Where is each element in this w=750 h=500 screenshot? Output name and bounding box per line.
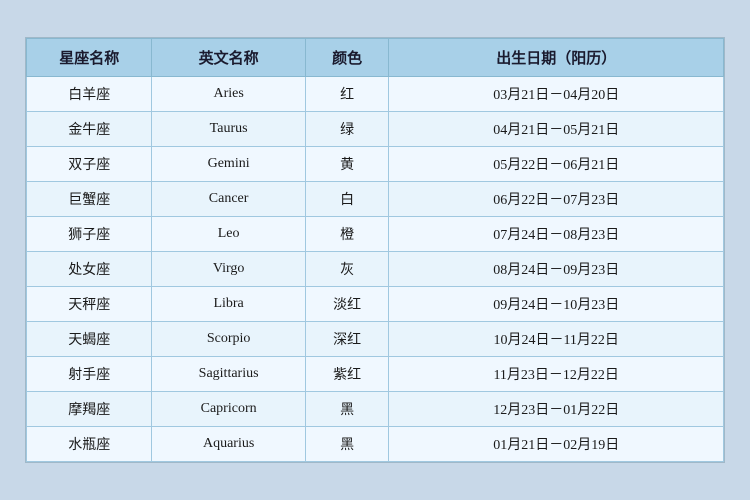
cell-color: 白 bbox=[305, 182, 389, 217]
cell-date: 05月22日－06月21日 bbox=[389, 147, 724, 182]
cell-chinese-name: 水瓶座 bbox=[27, 427, 152, 462]
cell-date: 10月24日－11月22日 bbox=[389, 322, 724, 357]
cell-chinese-name: 处女座 bbox=[27, 252, 152, 287]
cell-english-name: Taurus bbox=[152, 112, 305, 147]
cell-date: 03月21日－04月20日 bbox=[389, 77, 724, 112]
cell-chinese-name: 天秤座 bbox=[27, 287, 152, 322]
zodiac-table: 星座名称 英文名称 颜色 出生日期（阳历） 白羊座Aries红03月21日－04… bbox=[26, 38, 724, 462]
cell-color: 黑 bbox=[305, 427, 389, 462]
cell-english-name: Aries bbox=[152, 77, 305, 112]
header-color: 颜色 bbox=[305, 39, 389, 77]
table-row: 金牛座Taurus绿04月21日－05月21日 bbox=[27, 112, 724, 147]
table-header-row: 星座名称 英文名称 颜色 出生日期（阳历） bbox=[27, 39, 724, 77]
table-row: 水瓶座Aquarius黑01月21日－02月19日 bbox=[27, 427, 724, 462]
cell-date: 08月24日－09月23日 bbox=[389, 252, 724, 287]
cell-chinese-name: 巨蟹座 bbox=[27, 182, 152, 217]
cell-date: 04月21日－05月21日 bbox=[389, 112, 724, 147]
table-row: 射手座Sagittarius紫红11月23日－12月22日 bbox=[27, 357, 724, 392]
table-row: 天蝎座Scorpio深红10月24日－11月22日 bbox=[27, 322, 724, 357]
cell-chinese-name: 射手座 bbox=[27, 357, 152, 392]
cell-date: 09月24日－10月23日 bbox=[389, 287, 724, 322]
cell-color: 深红 bbox=[305, 322, 389, 357]
table-row: 白羊座Aries红03月21日－04月20日 bbox=[27, 77, 724, 112]
header-english-name: 英文名称 bbox=[152, 39, 305, 77]
cell-chinese-name: 金牛座 bbox=[27, 112, 152, 147]
cell-chinese-name: 天蝎座 bbox=[27, 322, 152, 357]
header-chinese-name: 星座名称 bbox=[27, 39, 152, 77]
cell-color: 红 bbox=[305, 77, 389, 112]
table-row: 巨蟹座Cancer白06月22日－07月23日 bbox=[27, 182, 724, 217]
cell-english-name: Virgo bbox=[152, 252, 305, 287]
cell-color: 紫红 bbox=[305, 357, 389, 392]
table-row: 双子座Gemini黄05月22日－06月21日 bbox=[27, 147, 724, 182]
cell-date: 06月22日－07月23日 bbox=[389, 182, 724, 217]
cell-color: 橙 bbox=[305, 217, 389, 252]
cell-english-name: Leo bbox=[152, 217, 305, 252]
cell-english-name: Aquarius bbox=[152, 427, 305, 462]
cell-color: 绿 bbox=[305, 112, 389, 147]
cell-color: 灰 bbox=[305, 252, 389, 287]
cell-date: 01月21日－02月19日 bbox=[389, 427, 724, 462]
cell-english-name: Cancer bbox=[152, 182, 305, 217]
cell-color: 黄 bbox=[305, 147, 389, 182]
table-row: 摩羯座Capricorn黑12月23日－01月22日 bbox=[27, 392, 724, 427]
table-row: 天秤座Libra淡红09月24日－10月23日 bbox=[27, 287, 724, 322]
cell-color: 黑 bbox=[305, 392, 389, 427]
table-body: 白羊座Aries红03月21日－04月20日金牛座Taurus绿04月21日－0… bbox=[27, 77, 724, 462]
cell-english-name: Scorpio bbox=[152, 322, 305, 357]
cell-color: 淡红 bbox=[305, 287, 389, 322]
cell-chinese-name: 白羊座 bbox=[27, 77, 152, 112]
cell-english-name: Sagittarius bbox=[152, 357, 305, 392]
cell-chinese-name: 摩羯座 bbox=[27, 392, 152, 427]
zodiac-table-container: 星座名称 英文名称 颜色 出生日期（阳历） 白羊座Aries红03月21日－04… bbox=[25, 37, 725, 463]
cell-english-name: Gemini bbox=[152, 147, 305, 182]
cell-date: 12月23日－01月22日 bbox=[389, 392, 724, 427]
cell-date: 11月23日－12月22日 bbox=[389, 357, 724, 392]
cell-date: 07月24日－08月23日 bbox=[389, 217, 724, 252]
cell-chinese-name: 狮子座 bbox=[27, 217, 152, 252]
header-date: 出生日期（阳历） bbox=[389, 39, 724, 77]
table-row: 狮子座Leo橙07月24日－08月23日 bbox=[27, 217, 724, 252]
table-row: 处女座Virgo灰08月24日－09月23日 bbox=[27, 252, 724, 287]
cell-english-name: Libra bbox=[152, 287, 305, 322]
cell-english-name: Capricorn bbox=[152, 392, 305, 427]
cell-chinese-name: 双子座 bbox=[27, 147, 152, 182]
